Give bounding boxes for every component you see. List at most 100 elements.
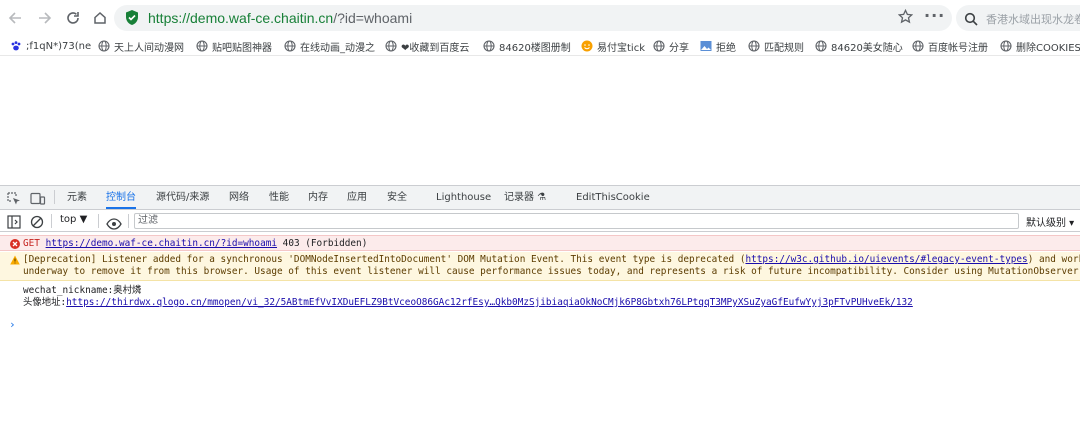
globe-icon	[284, 40, 296, 52]
devtools-tab[interactable]: 性能	[269, 186, 289, 209]
globe-icon	[653, 40, 665, 52]
bookmark-label: 删除COOKIES	[1016, 42, 1080, 54]
devtools-tab[interactable]: 源代码/来源	[156, 186, 209, 209]
home-icon	[94, 11, 106, 24]
context-selector[interactable]: top ▼	[60, 214, 87, 225]
back-button[interactable]	[2, 5, 28, 31]
bookmark-item[interactable]: 84620美女随心	[815, 38, 905, 54]
bookmark-item[interactable]: 易付宝tick	[581, 38, 645, 54]
bookmark-label: ;f1qN*)73(ne	[26, 40, 92, 52]
toolbar-separator	[51, 214, 52, 228]
bookmark-item[interactable]: 在线动画_动漫之	[284, 38, 379, 54]
warning-link[interactable]: https://w3c.github.io/uievents/#legacy-e…	[745, 254, 1027, 265]
warning-line-1: [Deprecation] Listener added for a synch…	[23, 254, 1080, 266]
bookmark-label: 84620楼图册制	[499, 42, 571, 54]
bookmark-item[interactable]: 百度帐号注册	[912, 38, 994, 54]
log-avatar-link[interactable]: https://thirdwx.qlogo.cn/mmopen/vi_32/5A…	[66, 297, 913, 308]
device-toolbar-icon[interactable]	[30, 191, 46, 205]
bookmark-item[interactable]: 84620楼图册制	[483, 38, 575, 54]
eye-icon[interactable]	[106, 215, 122, 230]
devtools-tab[interactable]: 记录器 ⚗	[504, 186, 546, 209]
ellipsis-icon: ···	[924, 6, 946, 25]
devtools-tab[interactable]: 内存	[308, 186, 328, 209]
paw-icon	[10, 40, 22, 52]
bookmark-item[interactable]: 删除COOKIES	[1000, 38, 1080, 54]
bookmark-item[interactable]: 分享	[653, 38, 693, 54]
bookmark-item[interactable]: 拒绝	[700, 38, 742, 54]
devtools-tab-bar: 元素 控制台 源代码/来源 网络 性能 内存 应用 安全 Lighthouse 记录器 ⚗ Edit…	[0, 186, 1080, 210]
sidebar-toggle-icon[interactable]	[7, 214, 23, 229]
warning-suffix: ) and work is	[1027, 254, 1080, 265]
reload-button[interactable]	[60, 5, 86, 31]
console-prompt[interactable]: ›	[9, 318, 16, 331]
address-bar[interactable]: https://demo.waf-ce.chaitin.cn/?id=whoam…	[114, 5, 952, 31]
star-icon	[897, 8, 914, 24]
bookmark-item[interactable]: 匹配规则	[748, 38, 808, 54]
clear-console-icon[interactable]	[30, 214, 46, 229]
devtools-tab[interactable]: Lighthouse	[436, 186, 491, 209]
bookmark-label: 在线动画_动漫之	[300, 42, 375, 54]
log-avatar-label: 头像地址:	[23, 297, 67, 308]
bookmark-label: 分享	[669, 42, 689, 54]
image-icon	[700, 40, 712, 52]
page-content	[0, 57, 1080, 185]
bookmark-label: 贴吧贴图神器	[212, 42, 272, 54]
log-levels-dropdown[interactable]: 默认级别 ▾	[1026, 214, 1074, 229]
tab-separator	[54, 190, 55, 204]
bookmark-label: ❤收藏到百度云	[401, 42, 470, 54]
bookmark-label: 百度帐号注册	[928, 42, 988, 54]
warning-line-2: underway to remove it from this browser.…	[23, 266, 1080, 277]
error-icon	[10, 239, 20, 249]
error-text: GET https://demo.waf-ce.chaitin.cn/?id=w…	[23, 238, 367, 250]
bookmark-item[interactable]: 贴吧贴图神器	[196, 38, 278, 54]
devtools-tab[interactable]: 应用	[347, 186, 367, 209]
globe-icon	[815, 40, 827, 52]
bookmark-label: 拒绝	[716, 42, 736, 54]
inspect-element-icon[interactable]	[7, 191, 23, 205]
secure-shield-icon	[124, 9, 140, 30]
home-button[interactable]	[87, 5, 113, 31]
bookmark-label: 易付宝tick	[597, 42, 645, 54]
bookmark-label: 天上人间动漫网	[114, 42, 184, 54]
console-warning-message: [Deprecation] Listener added for a synch…	[0, 252, 1080, 281]
devtools-tab[interactable]: 元素	[67, 186, 87, 209]
globe-icon	[1000, 40, 1012, 52]
warning-prefix: [Deprecation] Listener added for a synch…	[23, 254, 746, 265]
url-text: https://demo.waf-ce.chaitin.cn/?id=whoam…	[148, 9, 412, 27]
bookmark-item[interactable]: ;f1qN*)73(ne	[10, 38, 96, 54]
search-box[interactable]: 香港水域出现水龙卷	[956, 5, 1080, 31]
url-path: /?id=whoami	[333, 10, 413, 26]
devtools-tab[interactable]: 控制台	[106, 186, 136, 209]
reload-icon	[67, 12, 79, 24]
warning-icon	[10, 255, 20, 265]
log-avatar-line: 头像地址:https://thirdwx.qlogo.cn/mmopen/vi_…	[23, 297, 913, 309]
forward-button[interactable]	[32, 5, 58, 31]
bookmark-star-button[interactable]	[897, 8, 914, 28]
more-menu-button[interactable]: ···	[924, 6, 945, 25]
toolbar-separator	[98, 214, 99, 228]
globe-icon	[98, 40, 110, 52]
log-nickname: wechat_nickname:奥村燐	[23, 285, 142, 296]
bookmark-item[interactable]: 天上人间动漫网	[98, 38, 190, 54]
devtools-tab[interactable]: EditThisCookie	[576, 186, 650, 209]
console-toolbar: top ▼ 过滤 默认级别 ▾	[0, 210, 1080, 232]
smile-icon	[581, 40, 593, 52]
toolbar-separator	[128, 214, 129, 228]
globe-icon	[748, 40, 760, 52]
console-error-message: GET https://demo.waf-ce.chaitin.cn/?id=w…	[0, 235, 1080, 251]
bookmark-label: 84620美女随心	[831, 42, 903, 54]
console-log-message: wechat_nickname:奥村燐 头像地址:https://thirdwx…	[0, 283, 1080, 311]
devtools-panel: 元素 控制台 源代码/来源 网络 性能 内存 应用 安全 Lighthouse 记录器 ⚗ Edit…	[0, 185, 1080, 447]
error-url-link[interactable]: https://demo.waf-ce.chaitin.cn/?id=whoam…	[46, 238, 277, 249]
arrow-left-icon	[8, 12, 21, 24]
globe-icon	[385, 40, 397, 52]
bookmark-item[interactable]: ❤收藏到百度云	[385, 38, 477, 54]
console-filter-input[interactable]: 过滤	[134, 213, 1019, 229]
devtools-tab[interactable]: 网络	[229, 186, 249, 209]
browser-toolbar: https://demo.waf-ce.chaitin.cn/?id=whoam…	[0, 0, 1080, 36]
arrow-right-icon	[39, 12, 52, 24]
devtools-tab[interactable]: 安全	[387, 186, 407, 209]
search-placeholder: 香港水域出现水龙卷	[986, 13, 1080, 26]
globe-icon	[912, 40, 924, 52]
bookmark-label: 匹配规则	[764, 42, 804, 54]
